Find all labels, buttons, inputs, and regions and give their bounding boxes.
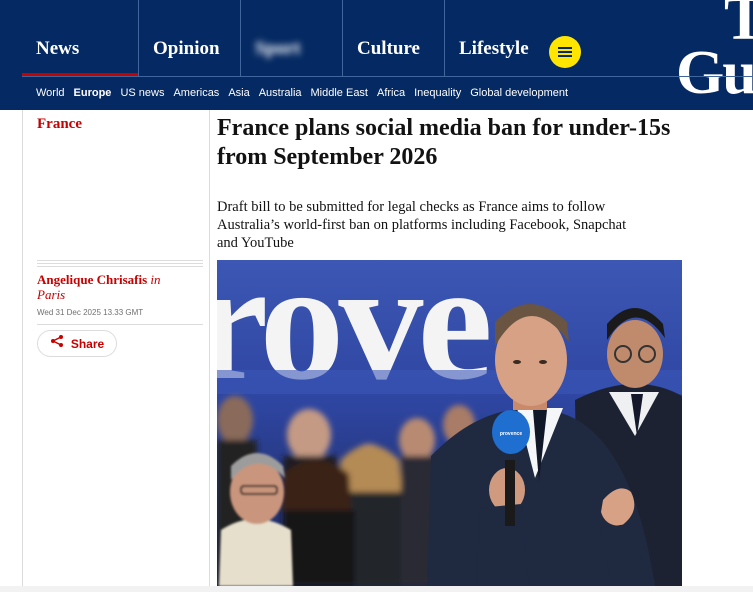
share-button[interactable]: Share — [37, 330, 117, 357]
mic-branding: provence — [500, 431, 522, 437]
subnav: World Europe US news Americas Asia Austr… — [36, 87, 568, 99]
pillar-opinion[interactable]: Opinion — [138, 0, 240, 76]
subnav-inequality[interactable]: Inequality — [414, 87, 461, 99]
subnav-europe[interactable]: Europe — [74, 87, 112, 99]
subnav-australia[interactable]: Australia — [259, 87, 302, 99]
subnav-asia[interactable]: Asia — [228, 87, 249, 99]
subnav-americas[interactable]: Americas — [173, 87, 219, 99]
subnav-middle-east[interactable]: Middle East — [311, 87, 368, 99]
logo-line-2: Gu — [676, 39, 753, 107]
article-main-photo: rove provence — [217, 260, 682, 586]
pillar-news-label: News — [36, 38, 80, 59]
meta-rule — [37, 260, 203, 268]
pillar-nav: News Opinion Sport Culture Lifestyle — [22, 0, 546, 76]
pillar-lifestyle-label: Lifestyle — [459, 38, 529, 59]
hamburger-menu-icon[interactable] — [549, 36, 581, 68]
location-prefix: in — [150, 272, 161, 287]
pillar-sport[interactable]: Sport — [240, 0, 342, 76]
share-icon — [50, 334, 64, 353]
byline: Angelique Chrisafis in Paris — [37, 272, 207, 302]
guardian-logo[interactable]: T Gu — [676, 0, 753, 104]
article-headline: France plans social media ban for under-… — [217, 115, 671, 170]
pillar-sport-label: Sport — [255, 38, 301, 59]
pillar-opinion-label: Opinion — [153, 38, 220, 59]
masthead: News Opinion Sport Culture Lifestyle T G… — [0, 0, 753, 110]
publish-date: Wed 31 Dec 2025 13.33 GMT — [37, 308, 144, 317]
meta-divider — [37, 324, 203, 325]
article-standfirst: Draft bill to be submitted for legal che… — [217, 199, 627, 251]
article-meta-column: France Angelique Chrisafis in Paris Wed … — [22, 110, 210, 592]
subnav-us-news[interactable]: US news — [120, 87, 164, 99]
pillar-culture[interactable]: Culture — [342, 0, 444, 76]
section-tag[interactable]: France — [37, 116, 82, 133]
share-label: Share — [70, 336, 105, 351]
page-bottom-strip — [0, 586, 753, 592]
subnav-africa[interactable]: Africa — [377, 87, 405, 99]
pillar-culture-label: Culture — [357, 38, 420, 59]
pillar-news[interactable]: News — [22, 0, 138, 76]
subnav-divider — [22, 76, 753, 77]
pillar-lifestyle[interactable]: Lifestyle — [444, 0, 546, 76]
author-link[interactable]: Angelique Chrisafis — [37, 272, 147, 287]
location: Paris — [37, 287, 66, 302]
subnav-global-development[interactable]: Global development — [470, 87, 568, 99]
subnav-world[interactable]: World — [36, 87, 65, 99]
